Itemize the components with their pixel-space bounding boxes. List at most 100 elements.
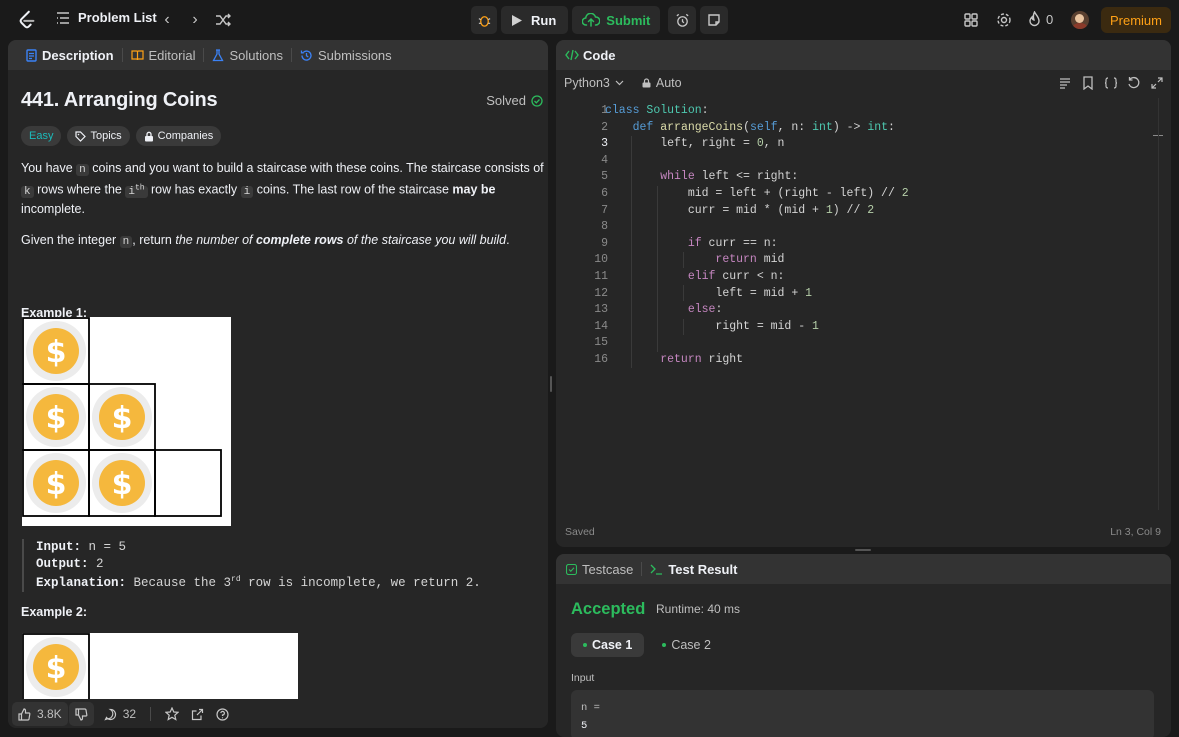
problem-task: Given the integer n, return the number o… [21,232,510,248]
history-icon [300,49,312,61]
topics-tag[interactable]: Topics [67,126,130,146]
comments-button[interactable]: 32 [98,702,142,726]
solved-status: Solved [486,93,543,108]
help-button[interactable] [210,702,235,726]
leetcode-logo-icon[interactable] [16,9,38,31]
svg-text:$: $ [46,335,67,370]
problem-statement: You have n coins and you want to build a… [21,161,544,216]
description-panel: Description Editorial Solutions Submissi… [8,40,548,728]
input-box[interactable]: n = 5 [571,690,1154,737]
tab-test-result[interactable]: Test Result [642,554,745,584]
reset-icon[interactable] [1127,76,1140,89]
submit-button[interactable]: Submit [572,6,661,34]
thumbs-up-icon [18,707,31,721]
next-problem-icon[interactable]: › [186,11,204,29]
problem-title[interactable]: 441. Arranging Coins [21,89,548,112]
auto-mode[interactable]: Auto [642,76,682,90]
pass-dot [662,643,667,647]
code-panel-header: Code [556,40,1171,70]
svg-text:$: $ [112,467,133,502]
code-editor[interactable]: class Solution: def arrangeCoins(self, n… [605,103,909,369]
tab-test-result-label: Test Result [668,561,738,577]
chevron-down-icon [615,80,624,86]
play-icon [512,14,522,26]
alarm-clock-icon [676,13,689,27]
tab-editorial[interactable]: Editorial [123,40,204,70]
top-bar: Problem List ‹ › Run Submit 0 Premium [0,0,1179,40]
case-1-tab[interactable]: Case 1 [571,633,645,657]
mode-label: Auto [655,76,682,90]
difficulty-badge[interactable]: Easy [21,126,62,146]
editor-scrollbar[interactable] [1158,98,1159,510]
line-numbers: 1 2 3 4 5 6 7 8 9 10 11 12 13 14 15 16 [594,104,608,366]
bookmark-icon[interactable] [1082,76,1094,90]
run-button[interactable]: Run [501,6,569,34]
save-status: Saved [565,526,595,538]
external-link-icon [191,708,204,720]
check-circle-icon [531,94,543,107]
example-2-staircase-image: $ [22,633,298,699]
prev-problem-icon[interactable]: ‹ [158,11,176,29]
tab-solutions-label: Solutions [229,47,283,63]
layout-grid-icon[interactable] [962,11,980,29]
tab-description[interactable]: Description [18,40,122,70]
pass-dot [583,643,587,647]
code-panel: Code Python3 Auto 1 2 3 4 5 6 7 8 9 10 11 12 13 14 15 1… [556,40,1171,547]
settings-gear-icon[interactable] [995,11,1013,29]
expand-icon[interactable] [1151,77,1163,89]
streak-count: 0 [1046,11,1054,27]
cloud-upload-icon [582,13,601,27]
shuffle-icon[interactable] [214,11,232,29]
tab-solutions[interactable]: Solutions [204,40,290,70]
avatar[interactable] [1071,11,1089,29]
result-tabs: Testcase Test Result [556,554,1171,584]
question-circle-icon [216,707,229,721]
share-button[interactable] [185,702,210,726]
flame-icon [1029,11,1040,27]
debug-button[interactable] [471,6,497,34]
test-result-panel: Testcase Test Result Accepted Runtime: 4… [556,554,1171,737]
list-icon [57,11,69,24]
problem-list-button[interactable]: Problem List [56,10,157,25]
dislike-button[interactable] [68,702,94,726]
tab-testcase[interactable]: Testcase [566,554,641,584]
tab-code-label: Code [583,47,616,63]
format-icon[interactable] [1059,77,1071,89]
tab-submissions[interactable]: Submissions [292,40,400,70]
streak-counter[interactable]: 0 [1028,11,1053,27]
description-footer: 3.8K 32 [8,700,548,728]
run-toolbar: Run Submit [471,6,729,34]
braces-icon[interactable] [1104,77,1118,89]
input-value: 5 [581,720,588,732]
example-1-staircase-image: $ $ $ $ $ [22,317,231,526]
svg-text:$: $ [46,467,67,502]
svg-text:$: $ [46,651,67,686]
input-label: Input [571,672,595,684]
tab-code[interactable]: Code [565,40,616,70]
editor-toolbar: Python3 Auto [564,76,682,90]
checkbox-icon [566,563,577,575]
favorite-button[interactable] [159,702,185,726]
terminal-icon [650,564,663,575]
flask-icon [212,48,225,61]
horizontal-resize-handle[interactable] [855,549,871,551]
solved-label: Solved [486,93,526,108]
companies-label: Companies [157,130,214,142]
svg-text:$: $ [112,401,133,436]
example-1-io: Input: n = 5 Output: 2 Explanation: Beca… [22,539,481,592]
language-select[interactable]: Python3 [564,76,624,90]
comment-count: 32 [122,707,137,721]
comment-icon [104,708,116,721]
companies-tag[interactable]: Companies [135,126,222,146]
case-2-tab[interactable]: Case 2 [650,633,723,657]
timer-button[interactable] [668,6,697,34]
notes-button[interactable] [700,6,729,34]
vertical-resize-handle[interactable] [550,376,552,392]
premium-button[interactable]: Premium [1101,7,1171,33]
verdict: Accepted [571,600,646,618]
description-tabs: Description Editorial Solutions Submissi… [8,40,548,70]
problem-list-label: Problem List [78,10,157,25]
note-icon [708,14,721,26]
like-button[interactable]: 3.8K [12,702,68,726]
submit-label: Submit [606,12,651,28]
